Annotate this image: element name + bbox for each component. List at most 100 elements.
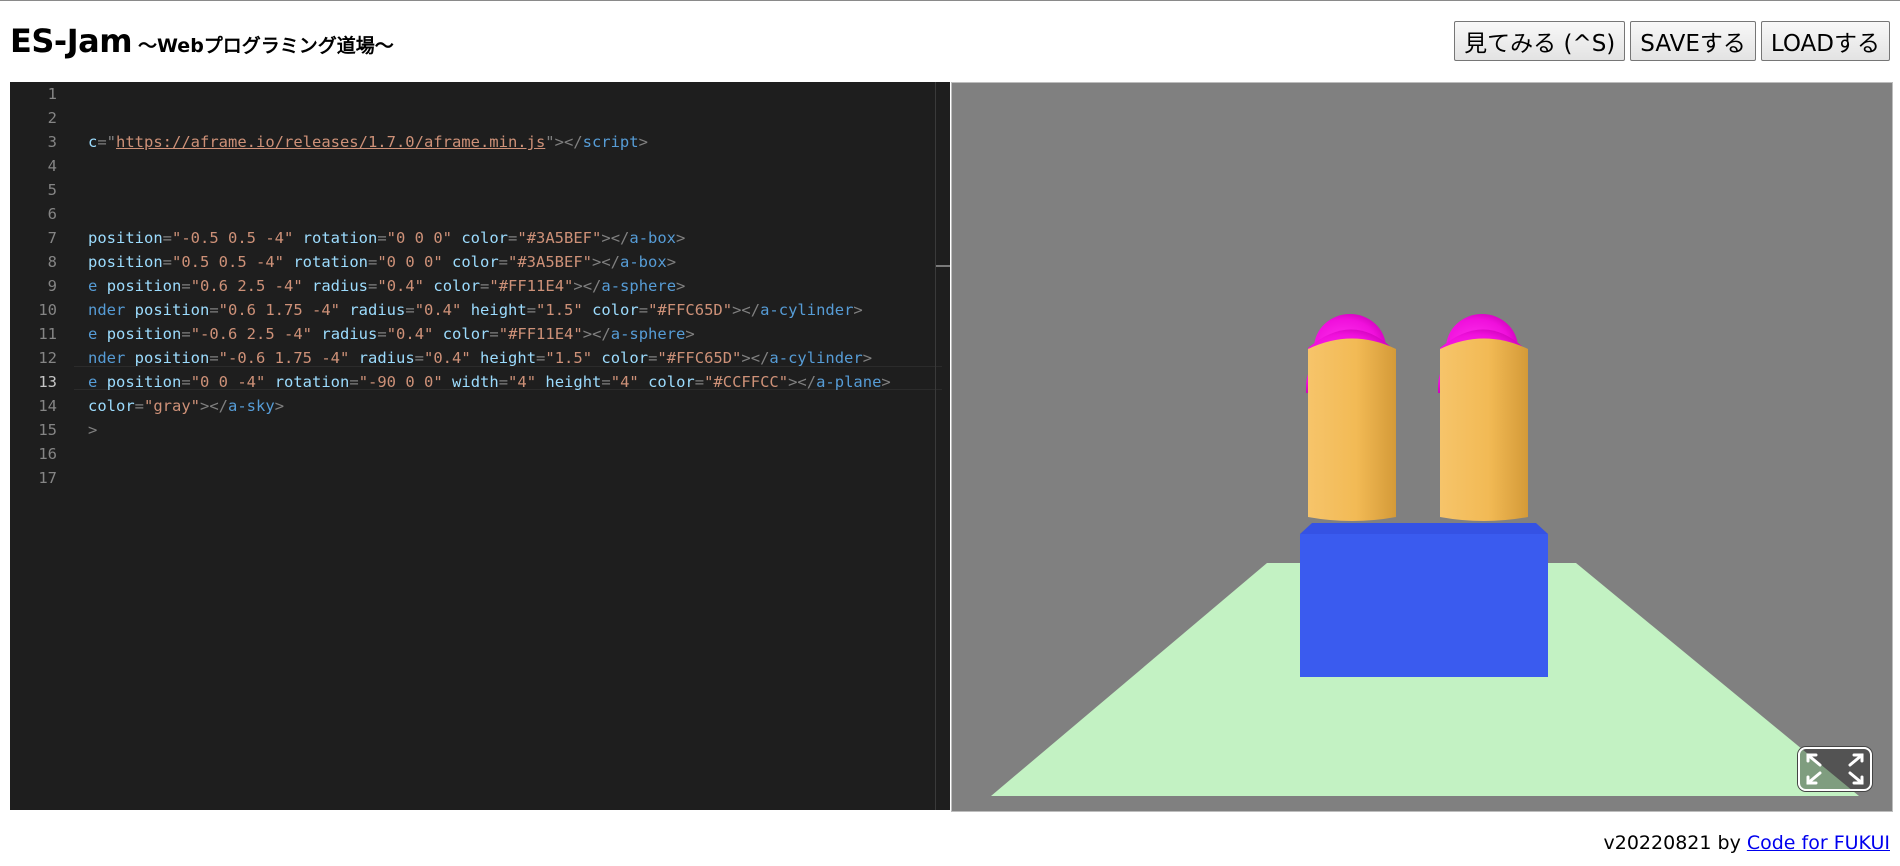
code-token: radius — [321, 325, 378, 343]
code-token: "4" — [610, 373, 639, 391]
code-token: "-0.6 1.75 -4" — [218, 349, 350, 367]
code-token: "-0.5 0.5 -4" — [172, 229, 294, 247]
preview-button[interactable]: 見てみる (^S) — [1454, 21, 1626, 61]
code-line-3: c="https://aframe.io/releases/1.7.0/afra… — [88, 130, 648, 154]
code-token: position — [88, 253, 163, 271]
code-token: c — [88, 133, 98, 151]
code-line-13: e position="0 0 -4" rotation="-90 0 0" w… — [88, 373, 891, 391]
line-number: 1 — [47, 85, 57, 103]
code-token: a-sphere — [610, 325, 686, 343]
vr-scene[interactable] — [952, 83, 1892, 811]
code-token: "#FF11E4" — [498, 325, 583, 343]
code-token: "#FFC65D" — [657, 349, 742, 367]
code-token: color — [601, 349, 649, 367]
code-token: rotation — [302, 229, 378, 247]
code-line-14: color="gray"></a-sky> — [88, 397, 285, 415]
box-left — [1300, 534, 1548, 677]
code-token: "0.4" — [377, 277, 425, 295]
code-token: "#3A5BEF" — [517, 229, 602, 247]
app-title-main: ES-Jam — [10, 22, 133, 60]
code-token: color — [433, 277, 481, 295]
code-token: "0 0 0" — [386, 229, 452, 247]
code-editor[interactable]: 1 2 3 4 5 6 7 8 9 10 11 12 13 14 15 16 1… — [10, 82, 950, 810]
code-token: color — [452, 253, 499, 271]
code-token: height — [545, 373, 602, 391]
fullscreen-button[interactable] — [1798, 747, 1872, 791]
line-number: 15 — [38, 421, 57, 439]
toolbar: 見てみる (^S) SAVEする LOADする — [1454, 21, 1890, 61]
code-url-link[interactable]: https://aframe.io/releases/1.7.0/aframe.… — [116, 133, 545, 151]
code-token: "0.4" — [414, 301, 462, 319]
code-token: "#3A5BEF" — [508, 253, 593, 271]
preview-pane[interactable] — [951, 82, 1893, 812]
code-token: position — [106, 325, 182, 343]
top-border — [0, 0, 1900, 1]
code-token: "0 0 0" — [377, 253, 443, 271]
code-token: color — [461, 229, 509, 247]
code-token: a-plane — [816, 373, 882, 391]
code-token: "gray" — [144, 397, 201, 415]
editor-scrollbar[interactable] — [935, 82, 950, 810]
line-number: 9 — [47, 277, 57, 295]
load-button[interactable]: LOADする — [1760, 21, 1890, 61]
code-token: > — [88, 421, 98, 439]
code-token: e — [88, 277, 98, 295]
line-number: 16 — [38, 445, 57, 463]
code-for-fukui-link[interactable]: Code for FUKUI — [1747, 832, 1890, 854]
code-token: height — [480, 349, 537, 367]
code-line-11: e position="-0.6 2.5 -4" radius="0.4" co… — [88, 325, 695, 343]
code-token: "0.6 1.75 -4" — [218, 301, 340, 319]
line-number: 14 — [38, 397, 57, 415]
code-token: radius — [358, 349, 415, 367]
code-token: "1.5" — [545, 349, 593, 367]
code-token: "0.6 2.5 -4" — [190, 277, 303, 295]
code-token: "0.5 0.5 -4" — [172, 253, 284, 271]
code-token: "0 0 -4" — [190, 373, 266, 391]
code-token: a-box — [620, 253, 667, 271]
code-token: a-cylinder — [769, 349, 863, 367]
code-area[interactable]: c="https://aframe.io/releases/1.7.0/afra… — [88, 82, 943, 810]
code-token: position — [88, 229, 163, 247]
code-token: > — [638, 133, 648, 151]
code-token: rotation — [274, 373, 350, 391]
code-line-12: nder position="-0.6 1.75 -4" radius="0.4… — [88, 349, 873, 367]
code-line-7: position="-0.5 0.5 -4" rotation="0 0 0" … — [88, 229, 686, 247]
code-token: position — [106, 277, 182, 295]
line-number: 17 — [38, 469, 57, 487]
line-number: 2 — [47, 109, 57, 127]
code-token: position — [106, 373, 182, 391]
line-number-gutter: 1 2 3 4 5 6 7 8 9 10 11 12 13 14 15 16 1… — [10, 82, 70, 810]
code-token: "></ — [545, 133, 583, 151]
code-token: "#FFC65D" — [648, 301, 733, 319]
app-title: ES-Jam 〜Webプログラミング道場〜 — [10, 22, 394, 60]
code-line-15: > — [88, 418, 97, 442]
code-token: nder — [88, 349, 126, 367]
code-token: "0.4" — [424, 349, 471, 367]
code-token: position — [134, 301, 210, 319]
code-token: width — [452, 373, 499, 391]
code-token: "0.4" — [386, 325, 434, 343]
code-line-10: nder position="0.6 1.75 -4" radius="0.4"… — [88, 301, 863, 319]
code-token: "-90 0 0" — [358, 373, 443, 391]
code-token: nder — [88, 301, 126, 319]
code-token: rotation — [293, 253, 368, 271]
line-number: 10 — [38, 301, 57, 319]
line-number-active: 13 — [38, 373, 57, 391]
code-token: color — [442, 325, 490, 343]
code-token: radius — [349, 301, 406, 319]
version-text: v20220821 by — [1603, 832, 1747, 854]
save-button[interactable]: SAVEする — [1630, 21, 1756, 61]
cylinder-left — [1308, 338, 1396, 521]
code-token: color — [88, 397, 135, 415]
code-token: position — [134, 349, 210, 367]
cylinder-right — [1440, 338, 1528, 521]
scrollbar-cursor-marker — [936, 265, 950, 267]
code-token: "#CCFFCC" — [704, 373, 789, 391]
code-token: color — [648, 373, 695, 391]
code-token: radius — [312, 277, 369, 295]
line-number: 4 — [47, 157, 57, 175]
code-token: color — [592, 301, 639, 319]
code-token: script — [582, 133, 639, 151]
code-token: height — [470, 301, 527, 319]
code-token: a-box — [629, 229, 677, 247]
